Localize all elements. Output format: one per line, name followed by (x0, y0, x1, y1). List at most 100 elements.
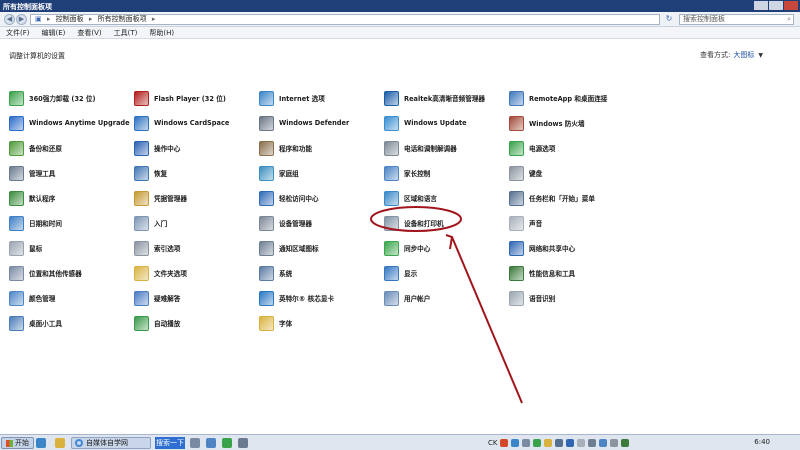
control-panel-item[interactable]: Flash Player (32 位) (134, 89, 254, 107)
ie-quicklaunch-icon[interactable] (36, 438, 46, 448)
control-panel-item[interactable]: Windows Update (384, 114, 504, 132)
control-panel-item[interactable]: 家庭组 (259, 164, 379, 182)
control-panel-item[interactable]: 字体 (259, 314, 379, 332)
refresh-icon[interactable]: ↻ (663, 14, 675, 25)
defender-icon (259, 115, 274, 131)
breadcrumb[interactable]: ▣ ▸ 控制面板 ▸ 所有控制面板项 ▸ (30, 14, 660, 25)
control-panel-item[interactable]: 同步中心 (384, 239, 504, 257)
control-panel-item[interactable]: Realtek高清晰音频管理器 (384, 89, 504, 107)
control-panel-item[interactable]: RemoteApp 和桌面连接 (509, 89, 629, 107)
control-panel-item[interactable]: 鼠标 (9, 239, 129, 257)
homegroup-icon (259, 165, 274, 181)
control-panel-item[interactable]: 日期和时间 (9, 214, 129, 232)
breadcrumb-control-panel[interactable]: 控制面板 (56, 15, 84, 23)
control-panel-item[interactable]: 用户帐户 (384, 289, 504, 307)
tray-icon[interactable] (588, 439, 597, 447)
control-panel-item[interactable]: 电话和调制解调器 (384, 139, 504, 157)
chevron-down-icon[interactable]: ▼ (758, 52, 763, 59)
tray-icon[interactable] (599, 439, 608, 447)
control-panel-item-label: 鼠标 (29, 245, 43, 253)
control-panel-item[interactable]: 任务栏和「开始」菜单 (509, 189, 629, 207)
taskbar-app-icon[interactable] (238, 438, 248, 448)
control-panel-item[interactable]: 恢复 (134, 164, 254, 182)
control-panel-item[interactable]: 位置和其他传感器 (9, 264, 129, 282)
tray-icon[interactable] (610, 439, 619, 447)
explorer-quicklaunch-icon[interactable] (55, 438, 65, 448)
control-panel-item[interactable]: 语音识别 (509, 289, 629, 307)
view-mode-selector[interactable]: 查看方式: 大图标 ▼ (700, 50, 763, 60)
tray-icon[interactable] (621, 439, 630, 447)
control-panel-item[interactable]: 操作中心 (134, 139, 254, 157)
control-panel-item-label: 家长控制 (404, 170, 431, 178)
back-button[interactable]: ◀ (4, 14, 15, 25)
control-panel-item[interactable]: 性能信息和工具 (509, 264, 629, 282)
control-panel-item[interactable]: 通知区域图标 (259, 239, 379, 257)
breadcrumb-all-items[interactable]: 所有控制面板项 (98, 15, 147, 23)
control-panel-item-label: 文件夹选项 (154, 270, 187, 278)
control-panel-item[interactable]: 英特尔® 核芯显卡 (259, 289, 379, 307)
control-panel-item[interactable]: Windows Anytime Upgrade (9, 114, 130, 132)
control-panel-item[interactable]: 区域和语言 (384, 189, 504, 207)
taskbar-app-icon[interactable] (190, 438, 200, 448)
menu-edit[interactable]: 编辑(E) (42, 27, 66, 38)
programs-icon (259, 140, 274, 156)
control-panel-item[interactable]: 设备管理器 (259, 214, 379, 232)
window-controls (754, 1, 798, 10)
menu-file[interactable]: 文件(F) (6, 27, 30, 38)
menu-view[interactable]: 查看(V) (77, 27, 101, 38)
clock[interactable]: 6:40 (754, 438, 770, 446)
input-method-label[interactable]: CK (488, 439, 497, 447)
control-panel-item[interactable]: Windows 防火墙 (509, 114, 629, 132)
control-panel-item[interactable]: 声音 (509, 214, 629, 232)
view-mode-value[interactable]: 大图标 (733, 51, 754, 59)
forward-button[interactable]: ▶ (16, 14, 27, 25)
control-panel-item-label: Windows Defender (279, 119, 350, 127)
tray-icon[interactable] (544, 439, 553, 447)
menu-help[interactable]: 帮助(H) (149, 27, 174, 38)
tray-icon[interactable] (500, 439, 509, 447)
sensors-icon (9, 265, 24, 281)
control-panel-item[interactable]: 入门 (134, 214, 254, 232)
control-panel-item[interactable]: Internet 选项 (259, 89, 379, 107)
control-panel-item[interactable]: Windows CardSpace (134, 114, 254, 132)
control-panel-item[interactable]: 设备和打印机 (384, 214, 504, 232)
control-panel-item[interactable]: Windows Defender (259, 114, 379, 132)
control-panel-item[interactable]: 索引选项 (134, 239, 254, 257)
control-panel-item[interactable]: 文件夹选项 (134, 264, 254, 282)
tray-icon[interactable] (533, 439, 542, 447)
tray-icon[interactable] (555, 439, 564, 447)
taskbar-app-icon[interactable] (206, 438, 216, 448)
minimize-button[interactable] (754, 1, 768, 10)
start-button[interactable]: 开始 (1, 437, 34, 449)
tray-icon[interactable] (577, 439, 586, 447)
control-panel-item[interactable]: 轻松访问中心 (259, 189, 379, 207)
control-panel-item[interactable]: 疑难解答 (134, 289, 254, 307)
taskbar-item-browser[interactable]: 自媒体自学网 (71, 437, 151, 449)
menu-tools[interactable]: 工具(T) (114, 27, 138, 38)
close-button[interactable] (784, 1, 798, 10)
control-panel-item[interactable]: 备份和还原 (9, 139, 129, 157)
control-panel-item[interactable]: 电源选项 (509, 139, 629, 157)
control-panel-item[interactable]: 家长控制 (384, 164, 504, 182)
control-panel-item[interactable]: 管理工具 (9, 164, 129, 182)
control-panel-item[interactable]: 默认程序 (9, 189, 129, 207)
cardspace-icon (134, 115, 149, 131)
control-panel-item[interactable]: 系统 (259, 264, 379, 282)
search-icon[interactable]: ⌕ (787, 15, 791, 24)
control-panel-item[interactable]: 自动播放 (134, 314, 254, 332)
taskbar-search-button[interactable]: 搜索一下 (155, 437, 185, 449)
control-panel-item[interactable]: 网络和共享中心 (509, 239, 629, 257)
control-panel-item[interactable]: 凭据管理器 (134, 189, 254, 207)
maximize-button[interactable] (769, 1, 783, 10)
taskbar-app-icon[interactable] (222, 438, 232, 448)
control-panel-item[interactable]: 360强力卸载 (32 位) (9, 89, 129, 107)
control-panel-item[interactable]: 桌面小工具 (9, 314, 129, 332)
search-input[interactable]: 搜索控制面板 ⌕ (679, 14, 794, 25)
control-panel-item[interactable]: 程序和功能 (259, 139, 379, 157)
control-panel-item[interactable]: 颜色管理 (9, 289, 129, 307)
control-panel-item[interactable]: 显示 (384, 264, 504, 282)
tray-icon[interactable] (522, 439, 531, 447)
tray-icon[interactable] (566, 439, 575, 447)
control-panel-item[interactable]: 键盘 (509, 164, 629, 182)
tray-icon[interactable] (511, 439, 520, 447)
